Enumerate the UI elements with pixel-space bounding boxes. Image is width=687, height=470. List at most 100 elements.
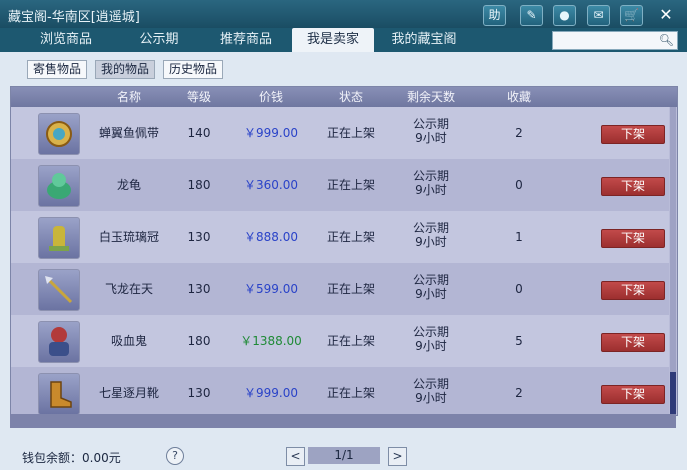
item-remaining: 公示期 9小时	[391, 169, 471, 203]
remaining-hours: 9小时	[415, 339, 447, 353]
remaining-hours: 9小时	[415, 287, 447, 301]
delist-button[interactable]: 下架	[601, 385, 665, 404]
delist-button[interactable]: 下架	[601, 177, 665, 196]
item-favorites: 2	[515, 126, 523, 140]
search-box: 🔍︎	[552, 31, 678, 50]
edit-icon[interactable]: ✎	[520, 5, 543, 26]
remaining-hours: 9小时	[415, 235, 447, 249]
item-level: 130	[187, 230, 211, 244]
subtab-consignment[interactable]: 寄售物品	[27, 60, 88, 79]
page-indicator: 1/1	[308, 447, 380, 464]
tab-browse[interactable]: 浏览商品	[20, 28, 112, 52]
item-table: 名称 等级 价钱 状态 剩余天数 收藏 蝉翼鱼佩带 140 ￥999.00 正在…	[10, 86, 678, 416]
next-page-button[interactable]: >	[388, 447, 407, 466]
table-row: 飞龙在天 130 ￥599.00 正在上架 公示期 9小时 0 下架	[11, 263, 669, 315]
remaining-hours: 9小时	[415, 183, 447, 197]
table-row: 七星逐月靴 130 ￥999.00 正在上架 公示期 9小时 2 下架	[11, 367, 669, 415]
item-price: ￥888.00	[244, 230, 298, 244]
cart-icon[interactable]: 🛒	[620, 5, 643, 26]
delist-button[interactable]: 下架	[601, 281, 665, 300]
item-favorites: 1	[515, 230, 523, 244]
record-icon[interactable]: ●	[553, 5, 576, 26]
item-price: ￥1388.00	[240, 334, 302, 348]
close-icon[interactable]: ✕	[655, 5, 677, 25]
tab-my-cangbaoge[interactable]: 我的藏宝阁	[378, 28, 470, 52]
item-name: 飞龙在天	[104, 282, 153, 296]
subtab-my-items[interactable]: 我的物品	[95, 60, 156, 79]
item-name: 七星逐月靴	[98, 386, 159, 400]
item-status: 正在上架	[326, 126, 375, 140]
item-favorites: 0	[515, 282, 523, 296]
item-status: 正在上架	[326, 386, 375, 400]
chat-icon[interactable]: ✉	[587, 5, 610, 26]
help-icon[interactable]: 助	[483, 5, 506, 26]
item-remaining: 公示期 9小时	[391, 221, 471, 255]
tab-recommended[interactable]: 推荐商品	[203, 28, 289, 52]
table-row: 吸血鬼 180 ￥1388.00 正在上架 公示期 9小时 5 下架	[11, 315, 669, 367]
header-name: 名称	[116, 90, 141, 104]
crown-icon[interactable]	[38, 217, 80, 259]
remaining-hours: 9小时	[415, 391, 447, 405]
item-name: 白玉琉璃冠	[98, 230, 159, 244]
boots-icon[interactable]	[38, 373, 80, 415]
header-price: 价钱	[258, 90, 283, 104]
table-row: 白玉琉璃冠 130 ￥888.00 正在上架 公示期 9小时 1 下架	[11, 211, 669, 263]
remaining-period: 公示期	[412, 117, 449, 131]
table-header: 名称 等级 价钱 状态 剩余天数 收藏	[11, 87, 677, 107]
item-remaining: 公示期 9小时	[391, 273, 471, 307]
remaining-hours: 9小时	[415, 131, 447, 145]
item-level: 130	[187, 282, 211, 296]
tab-seller[interactable]: 我是卖家	[292, 28, 374, 52]
item-level: 140	[187, 126, 211, 140]
window-title: 藏宝阁-华南区[逍遥城]	[8, 10, 140, 25]
cangbaoge-window: 藏宝阁-华南区[逍遥城] 助 ✎ ● ✉ 🛒 ✕ 浏览商品 公示期 推荐商品 我…	[0, 0, 687, 470]
item-price: ￥360.00	[244, 178, 298, 192]
scrollbar-thumb[interactable]	[670, 372, 676, 414]
item-price: ￥999.00	[244, 126, 298, 140]
table-row: 龙龟 180 ￥360.00 正在上架 公示期 9小时 0 下架	[11, 159, 669, 211]
item-price: ￥999.00	[244, 386, 298, 400]
spear-icon[interactable]	[38, 269, 80, 311]
item-favorites: 0	[515, 178, 523, 192]
table-scrollbar[interactable]	[670, 107, 676, 415]
item-name: 吸血鬼	[110, 334, 147, 348]
search-input[interactable]	[553, 32, 663, 49]
item-status: 正在上架	[326, 334, 375, 348]
item-status: 正在上架	[326, 178, 375, 192]
item-status: 正在上架	[326, 282, 375, 296]
remaining-period: 公示期	[412, 221, 449, 235]
search-icon[interactable]: 🔍︎	[659, 32, 674, 49]
header-remaining: 剩余天数	[406, 90, 455, 104]
subtab-history[interactable]: 历史物品	[163, 60, 224, 79]
prev-page-button[interactable]: <	[286, 447, 305, 466]
item-price: ￥599.00	[244, 282, 298, 296]
remaining-period: 公示期	[412, 169, 449, 183]
item-status: 正在上架	[326, 230, 375, 244]
item-remaining: 公示期 9小时	[391, 117, 471, 151]
jade-pendant-icon[interactable]	[38, 113, 80, 155]
item-remaining: 公示期 9小时	[391, 377, 471, 411]
item-level: 130	[187, 386, 211, 400]
remaining-period: 公示期	[412, 377, 449, 391]
table-row: 蝉翼鱼佩带 140 ￥999.00 正在上架 公示期 9小时 2 下架	[11, 107, 669, 159]
header-level: 等级	[186, 90, 211, 104]
item-name: 蝉翼鱼佩带	[98, 126, 159, 140]
remaining-period: 公示期	[412, 273, 449, 287]
delist-button[interactable]: 下架	[601, 125, 665, 144]
table-footer-band	[10, 414, 676, 428]
title-bar: 藏宝阁-华南区[逍遥城] 助 ✎ ● ✉ 🛒 ✕	[0, 0, 687, 28]
delist-button[interactable]: 下架	[601, 229, 665, 248]
item-name: 龙龟	[116, 178, 141, 192]
remaining-period: 公示期	[412, 325, 449, 339]
item-remaining: 公示期 9小时	[391, 325, 471, 359]
vampire-icon[interactable]	[38, 321, 80, 363]
delist-button[interactable]: 下架	[601, 333, 665, 352]
tab-public-period[interactable]: 公示期	[114, 28, 204, 52]
item-favorites: 5	[515, 334, 523, 348]
wallet-balance: 钱包余额：0.00元	[22, 451, 121, 465]
help-icon[interactable]: ?	[166, 447, 184, 465]
header-favorites: 收藏	[506, 90, 531, 104]
header-status: 状态	[338, 90, 363, 104]
dragon-turtle-icon[interactable]	[38, 165, 80, 207]
item-level: 180	[187, 178, 211, 192]
